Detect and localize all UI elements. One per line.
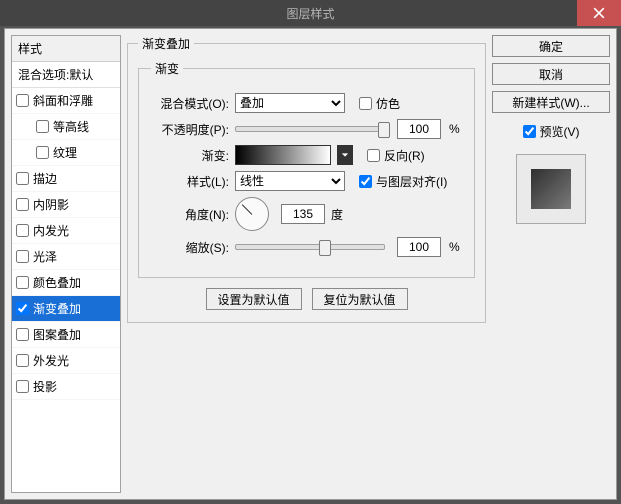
right-panel: 确定 取消 新建样式(W)... 预览(V) <box>492 35 610 493</box>
style-item-label: 斜面和浮雕 <box>33 92 93 109</box>
style-item-label: 纹理 <box>53 144 77 161</box>
style-item-label: 图案叠加 <box>33 326 81 343</box>
gradient-dropdown[interactable] <box>337 145 353 165</box>
style-item-5[interactable]: 内发光 <box>12 218 120 244</box>
angle-dial[interactable] <box>235 197 269 231</box>
style-item-8[interactable]: 渐变叠加 <box>12 296 120 322</box>
style-list-header: 样式 <box>12 36 120 62</box>
angle-unit: 度 <box>331 206 343 223</box>
preview-box <box>516 154 586 224</box>
align-checkbox-input[interactable] <box>359 175 372 188</box>
scale-slider-thumb[interactable] <box>319 240 331 256</box>
angle-needle <box>242 204 253 215</box>
opacity-slider-thumb[interactable] <box>378 122 390 138</box>
style-item-label: 等高线 <box>53 118 89 135</box>
style-item-4[interactable]: 内阴影 <box>12 192 120 218</box>
blend-mode-label: 混合模式(O): <box>151 95 229 112</box>
gradient-label: 渐变: <box>151 147 229 164</box>
gradient-settings-group: 渐变 混合模式(O): 叠加 仿色 不透明度(P): <box>138 60 475 278</box>
style-item-3[interactable]: 描边 <box>12 166 120 192</box>
style-item-label: 颜色叠加 <box>33 274 81 291</box>
close-icon <box>593 7 605 19</box>
style-item-checkbox[interactable] <box>16 172 29 185</box>
layer-style-dialog: 图层样式 样式 混合选项:默认 斜面和浮雕等高线纹理描边内阴影内发光光泽颜色叠加… <box>0 0 621 504</box>
dither-checkbox[interactable]: 仿色 <box>359 95 400 112</box>
style-item-checkbox[interactable] <box>16 198 29 211</box>
angle-input[interactable] <box>281 204 325 224</box>
preview-checkbox-input[interactable] <box>523 125 536 138</box>
style-item-checkbox[interactable] <box>36 120 49 133</box>
style-item-2[interactable]: 纹理 <box>12 140 120 166</box>
ok-button[interactable]: 确定 <box>492 35 610 57</box>
style-item-checkbox[interactable] <box>36 146 49 159</box>
style-item-label: 内阴影 <box>33 196 69 213</box>
gradient-swatch[interactable] <box>235 145 331 165</box>
window-title: 图层样式 <box>286 5 334 22</box>
style-item-checkbox[interactable] <box>16 328 29 341</box>
gradient-overlay-group: 渐变叠加 渐变 混合模式(O): 叠加 仿色 不透明度 <box>127 35 486 323</box>
style-item-checkbox[interactable] <box>16 224 29 237</box>
style-item-label: 描边 <box>33 170 57 187</box>
style-item-1[interactable]: 等高线 <box>12 114 120 140</box>
blend-mode-select[interactable]: 叠加 <box>235 93 345 113</box>
reset-default-button[interactable]: 复位为默认值 <box>312 288 408 310</box>
dither-checkbox-input[interactable] <box>359 97 372 110</box>
style-item-9[interactable]: 图案叠加 <box>12 322 120 348</box>
scale-pct: % <box>449 240 460 254</box>
preview-label: 预览(V) <box>540 123 580 140</box>
opacity-label: 不透明度(P): <box>151 121 229 138</box>
style-item-label: 内发光 <box>33 222 69 239</box>
dither-label: 仿色 <box>376 95 400 112</box>
style-item-checkbox[interactable] <box>16 250 29 263</box>
style-list: 样式 混合选项:默认 斜面和浮雕等高线纹理描边内阴影内发光光泽颜色叠加渐变叠加图… <box>11 35 121 493</box>
style-item-6[interactable]: 光泽 <box>12 244 120 270</box>
new-style-button[interactable]: 新建样式(W)... <box>492 91 610 113</box>
style-item-checkbox[interactable] <box>16 302 29 315</box>
style-item-checkbox[interactable] <box>16 354 29 367</box>
align-label: 与图层对齐(I) <box>376 173 447 190</box>
titlebar: 图层样式 <box>0 0 621 26</box>
center-panel: 渐变叠加 渐变 混合模式(O): 叠加 仿色 不透明度 <box>127 35 486 493</box>
style-item-label: 光泽 <box>33 248 57 265</box>
opacity-input[interactable] <box>397 119 441 139</box>
blending-defaults[interactable]: 混合选项:默认 <box>12 62 120 88</box>
align-checkbox[interactable]: 与图层对齐(I) <box>359 173 447 190</box>
reverse-checkbox[interactable]: 反向(R) <box>367 147 425 164</box>
scale-slider[interactable] <box>235 244 385 250</box>
style-item-11[interactable]: 投影 <box>12 374 120 400</box>
set-default-button[interactable]: 设置为默认值 <box>206 288 302 310</box>
style-item-0[interactable]: 斜面和浮雕 <box>12 88 120 114</box>
style-item-10[interactable]: 外发光 <box>12 348 120 374</box>
gradient-overlay-legend: 渐变叠加 <box>138 35 194 52</box>
style-item-checkbox[interactable] <box>16 276 29 289</box>
style-item-label: 投影 <box>33 378 57 395</box>
style-item-label: 渐变叠加 <box>33 300 81 317</box>
dialog-body: 样式 混合选项:默认 斜面和浮雕等高线纹理描边内阴影内发光光泽颜色叠加渐变叠加图… <box>4 28 617 500</box>
style-item-7[interactable]: 颜色叠加 <box>12 270 120 296</box>
opacity-slider[interactable] <box>235 126 385 132</box>
preview-checkbox[interactable]: 预览(V) <box>492 123 610 140</box>
style-item-label: 外发光 <box>33 352 69 369</box>
reverse-checkbox-input[interactable] <box>367 149 380 162</box>
scale-label: 缩放(S): <box>151 239 229 256</box>
reverse-label: 反向(R) <box>384 147 425 164</box>
gradient-settings-legend: 渐变 <box>151 60 183 77</box>
close-button[interactable] <box>577 0 621 26</box>
opacity-pct: % <box>449 122 460 136</box>
angle-label: 角度(N): <box>151 206 229 223</box>
style-item-checkbox[interactable] <box>16 94 29 107</box>
preview-gradient <box>531 169 571 209</box>
scale-input[interactable] <box>397 237 441 257</box>
style-select[interactable]: 线性 <box>235 171 345 191</box>
style-item-checkbox[interactable] <box>16 380 29 393</box>
chevron-down-icon <box>341 151 349 159</box>
cancel-button[interactable]: 取消 <box>492 63 610 85</box>
style-label: 样式(L): <box>151 173 229 190</box>
